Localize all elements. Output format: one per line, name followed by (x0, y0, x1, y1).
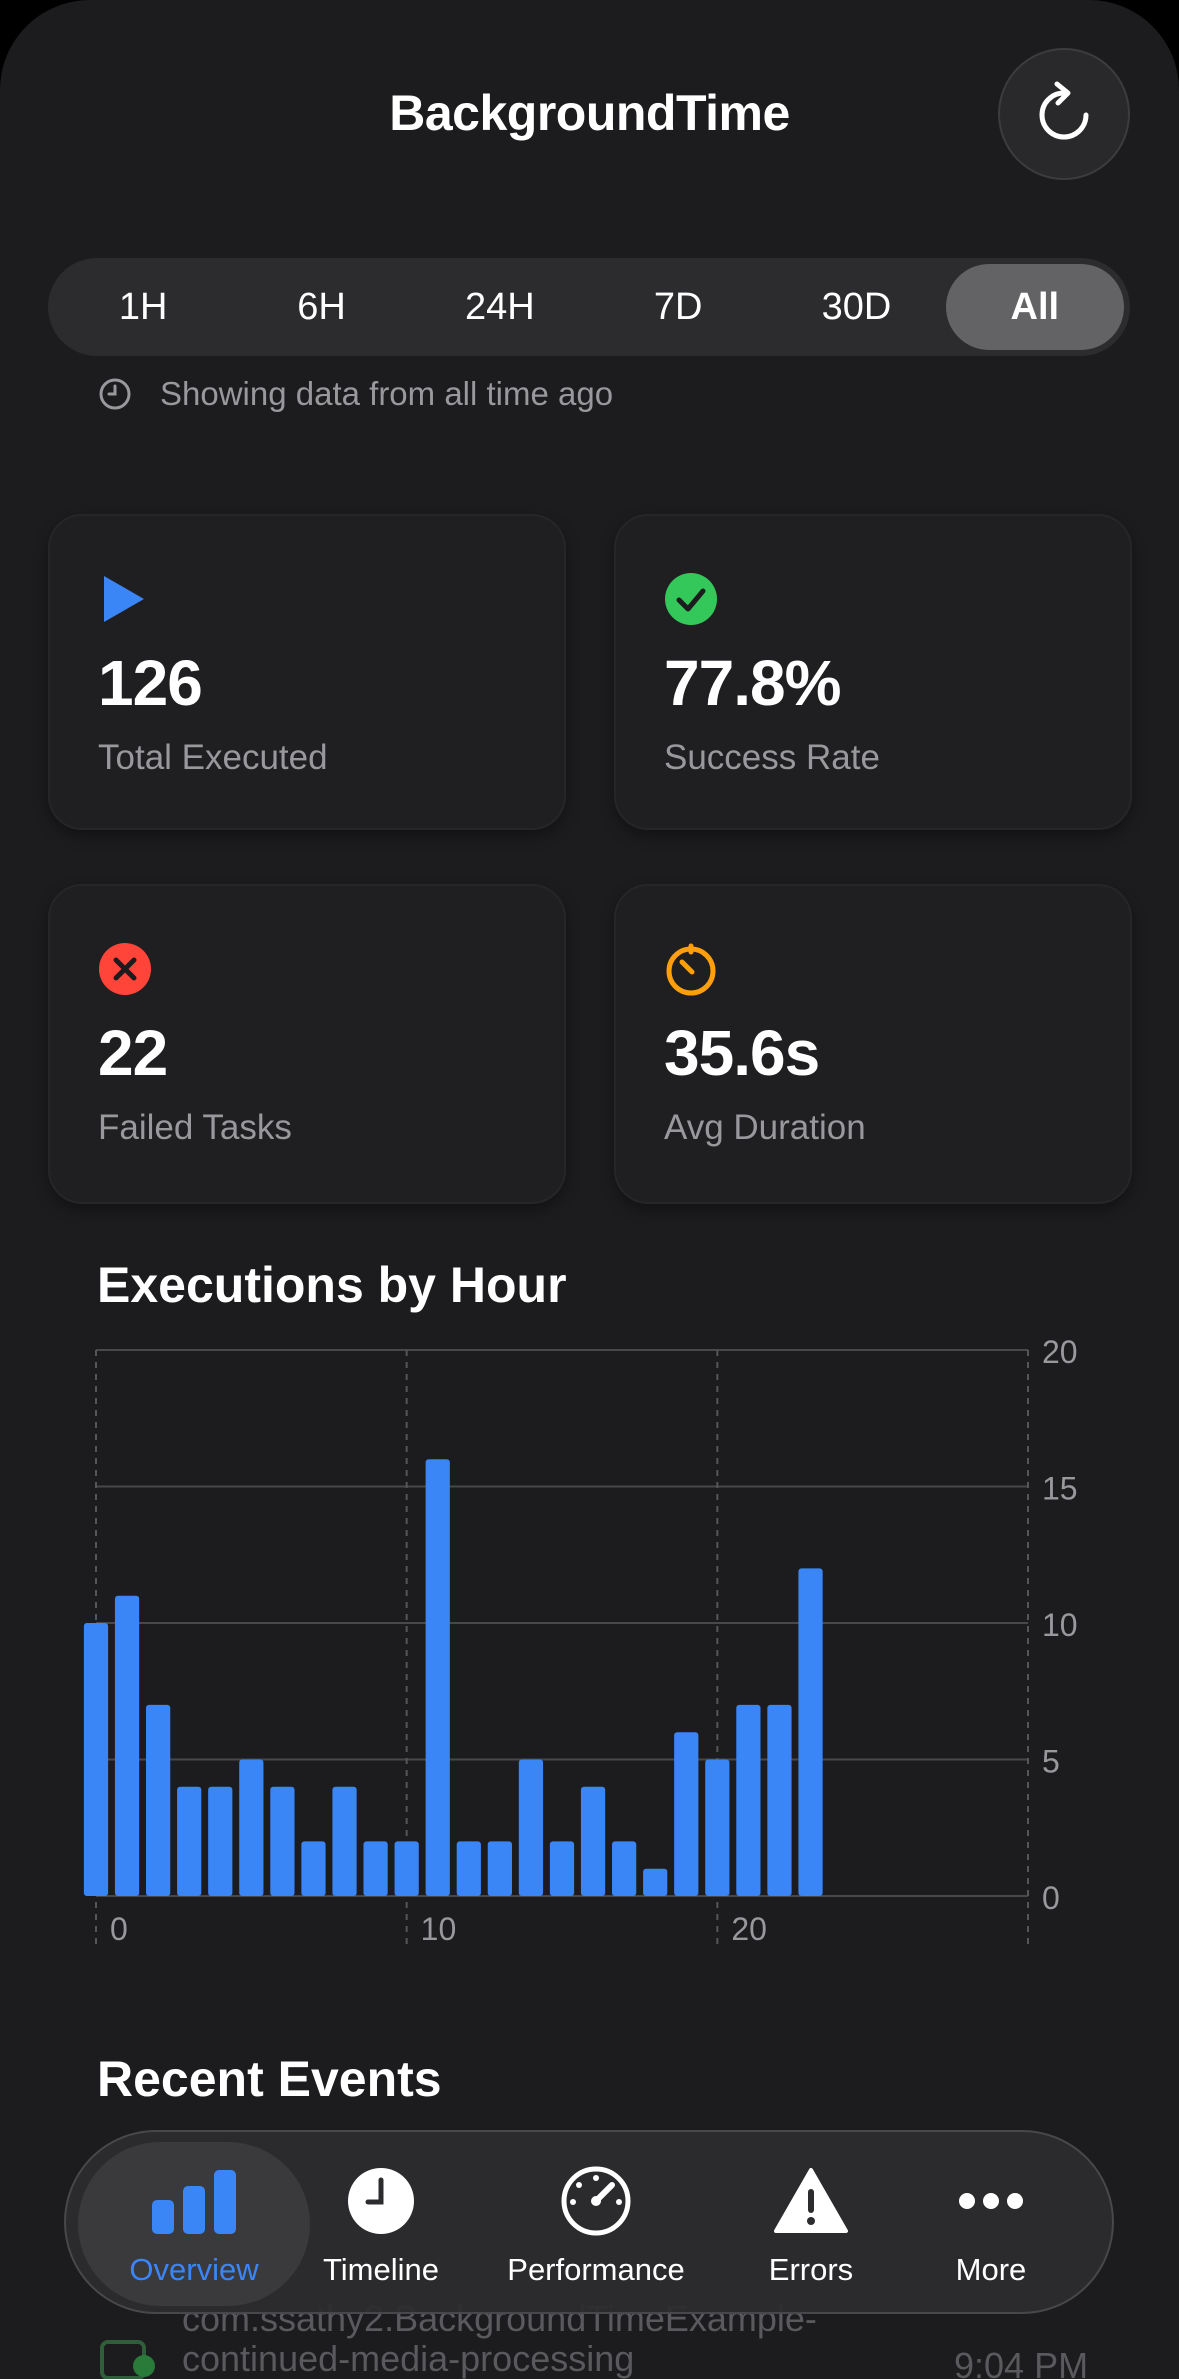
range-option-24h[interactable]: 24H (411, 264, 589, 350)
gauge-icon (561, 2166, 631, 2236)
bar-hour-19 (674, 1732, 699, 1896)
tab-performance[interactable]: Performance (496, 2142, 696, 2306)
calendar-add-icon (100, 2340, 155, 2379)
y-tick-label: 10 (1042, 1607, 1078, 1643)
y-tick-label: 15 (1042, 1471, 1078, 1507)
bar-hour-2 (146, 1704, 171, 1896)
y-tick-label: 5 (1042, 1744, 1060, 1780)
bar-hour-20 (705, 1759, 730, 1896)
app-screen: BackgroundTime 1H 6H 24H 7D 30D All Show… (0, 0, 1179, 2379)
event-peek-time: 9:04 PM (954, 2345, 1089, 2379)
bar-hour-5 (239, 1759, 264, 1896)
stat-value: 126 (98, 647, 203, 719)
tab-label: More (955, 2252, 1027, 2287)
chart-title: Executions by Hour (97, 1257, 567, 1313)
bar-hour-15 (549, 1841, 575, 1896)
bar-hour-21 (736, 1704, 761, 1896)
recent-events-title: Recent Events (97, 2051, 442, 2107)
bar-hour-17 (612, 1841, 637, 1896)
stat-value: 77.8% (664, 647, 841, 719)
bar-hour-14 (518, 1759, 544, 1896)
stat-label: Avg Duration (664, 1108, 866, 1147)
executions-by-hour-chart: 0 5 10 15 20 0 10 20 (83, 1334, 1078, 1947)
stat-label: Failed Tasks (98, 1108, 292, 1147)
range-note-text: Showing data from all time ago (160, 375, 614, 412)
refresh-icon (1039, 81, 1089, 140)
bar-hour-11 (425, 1459, 450, 1896)
bar-hour-8 (332, 1786, 357, 1896)
bar-hour-7 (301, 1841, 326, 1896)
tab-more[interactable]: More (926, 2142, 1056, 2306)
bar-hour-23 (798, 1568, 823, 1896)
range-option-7d[interactable]: 7D (589, 264, 767, 350)
range-option-1h[interactable]: 1H (54, 264, 232, 350)
range-option-all[interactable]: All (945, 264, 1124, 350)
bar-hour-16 (580, 1786, 606, 1896)
tab-overview[interactable]: Overview (78, 2142, 310, 2306)
clock-fill-icon (348, 2168, 414, 2234)
tab-label: Overview (129, 2252, 259, 2287)
tab-errors[interactable]: Errors (746, 2142, 876, 2306)
tab-bar: Overview Timeline Performance Errors Mor… (64, 2130, 1114, 2314)
tab-label: Errors (768, 2252, 854, 2287)
timer-icon (666, 943, 716, 996)
y-tick-label: 20 (1042, 1334, 1078, 1370)
checkmark-circle-icon (665, 573, 717, 625)
event-peek-line2: continued-media-processing (182, 2338, 635, 2379)
bar-hour-4 (208, 1786, 233, 1896)
x-circle-icon (99, 943, 151, 995)
stat-card-failed-tasks: 22 Failed Tasks (48, 884, 566, 1204)
stat-card-avg-duration: 35.6s Avg Duration (614, 884, 1132, 1204)
range-option-30d[interactable]: 30D (767, 264, 945, 350)
bar-hour-12 (456, 1841, 481, 1896)
ellipsis-icon (959, 2193, 1023, 2209)
bar-hour-0 (83, 1623, 109, 1896)
time-range-picker: 1H 6H 24H 7D 30D All (48, 258, 1130, 356)
x-tick-label: 10 (421, 1911, 457, 1947)
stat-value: 35.6s (664, 1017, 820, 1089)
x-tick-label: 0 (110, 1911, 128, 1947)
bar-chart-icon (152, 2170, 236, 2234)
bar-hour-6 (270, 1786, 295, 1896)
warning-triangle-icon (774, 2168, 848, 2233)
bar-hour-22 (767, 1704, 792, 1896)
y-tick-label: 0 (1042, 1880, 1060, 1916)
stat-card-success-rate: 77.8% Success Rate (614, 514, 1132, 830)
range-note: Showing data from all time ago (98, 372, 613, 416)
bar-hour-3 (177, 1786, 202, 1896)
bar-hour-13 (487, 1841, 512, 1896)
play-icon (104, 576, 144, 622)
clock-icon (99, 378, 131, 410)
tab-label: Performance (507, 2252, 685, 2287)
stat-label: Success Rate (664, 738, 880, 777)
bar-hour-10 (394, 1841, 419, 1896)
x-tick-label: 20 (731, 1911, 767, 1947)
refresh-button[interactable] (998, 48, 1130, 180)
stat-label: Total Executed (98, 738, 328, 777)
stat-card-total-executed: 126 Total Executed (48, 514, 566, 830)
tab-label: Timeline (323, 2252, 439, 2287)
bar-hour-9 (363, 1841, 388, 1896)
bar-hour-18 (643, 1868, 668, 1896)
range-option-6h[interactable]: 6H (232, 264, 410, 350)
bar-hour-1 (114, 1595, 140, 1896)
tab-timeline[interactable]: Timeline (316, 2142, 446, 2306)
stat-value: 22 (98, 1017, 168, 1089)
